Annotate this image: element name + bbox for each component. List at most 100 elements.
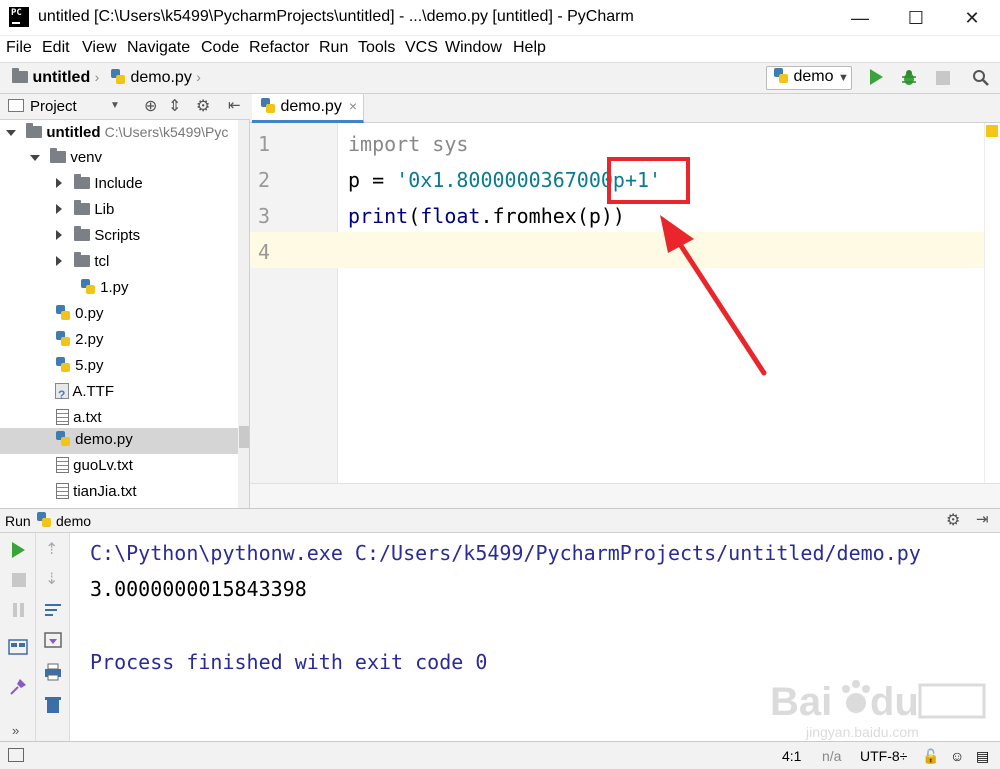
layout-icon xyxy=(8,639,28,655)
tree-item-label: 0.py xyxy=(75,305,104,322)
run-button[interactable] xyxy=(870,69,888,87)
tree-item-demopy[interactable]: demo.py xyxy=(0,428,238,454)
clear-output-button[interactable] xyxy=(43,695,61,713)
caret-position[interactable]: 4:1 xyxy=(782,748,801,764)
pin-tab-button[interactable] xyxy=(8,677,26,695)
restore-layout-button[interactable] xyxy=(8,639,28,657)
folder-icon xyxy=(12,68,28,83)
folder-icon xyxy=(74,226,91,241)
breadcrumb-project[interactable]: untitled › xyxy=(12,68,100,87)
expand-arrow-icon[interactable] xyxy=(30,155,40,161)
menu-run[interactable]: Run xyxy=(319,39,348,57)
scroll-to-end-button[interactable] xyxy=(43,631,62,649)
run-toolbar-primary: » xyxy=(0,533,36,741)
chevron-right-icon: › xyxy=(94,69,100,85)
pin-icon xyxy=(10,679,26,695)
run-panel-header: Run demo ⚙ ⇥ xyxy=(0,508,1000,533)
tree-item-guolvtxt[interactable]: guoLv.txt xyxy=(0,454,238,480)
more-tools-icon[interactable]: » xyxy=(12,723,19,738)
tree-item-0py[interactable]: 0.py xyxy=(0,302,238,328)
arrow-down-icon[interactable]: ⇣ xyxy=(45,569,58,589)
code-line-3[interactable]: print(float.fromhex(p)) xyxy=(348,204,625,228)
menu-code[interactable]: Code xyxy=(201,39,239,57)
close-window-button[interactable]: ✕ xyxy=(944,0,1000,36)
run-config-tab[interactable]: demo xyxy=(56,513,91,529)
tree-item-label: demo.py xyxy=(75,431,133,448)
tree-item-root[interactable]: untitled C:\Users\k5499\Pyc xyxy=(0,120,238,146)
inspector-icon[interactable]: ☺ xyxy=(950,748,964,764)
menu-refactor[interactable]: Refactor xyxy=(249,39,309,57)
lock-icon[interactable]: 🔓 xyxy=(922,748,939,765)
run-config-select[interactable]: demo ▼ xyxy=(766,66,852,90)
menu-help[interactable]: Help xyxy=(513,39,546,57)
gear-icon[interactable]: ⚙ xyxy=(946,510,960,530)
tree-item-tianjiatxt[interactable]: tianJia.txt xyxy=(0,480,238,506)
inspection-warning-icon[interactable] xyxy=(986,125,998,137)
minimize-button[interactable]: — xyxy=(832,0,888,36)
expand-arrow-icon[interactable] xyxy=(56,178,62,188)
event-log-icon[interactable]: ▤ xyxy=(976,748,989,765)
tree-item-include[interactable]: Include xyxy=(0,172,238,198)
folder-icon xyxy=(74,200,91,215)
project-panel-title[interactable]: Project xyxy=(30,98,77,115)
code-line-1[interactable]: import sys xyxy=(348,132,468,156)
wrap-icon xyxy=(45,604,61,616)
menu-edit[interactable]: Edit xyxy=(42,39,70,57)
tree-item-lib[interactable]: Lib xyxy=(0,198,238,224)
search-icon xyxy=(973,70,989,86)
breadcrumb-file[interactable]: demo.py › xyxy=(110,69,201,87)
project-view-icon xyxy=(8,99,24,116)
breadcrumb-file-label: demo.py xyxy=(130,69,192,86)
locate-target-icon[interactable]: ⊕ xyxy=(144,96,157,116)
maximize-button[interactable]: ☐ xyxy=(888,0,944,36)
toggle-tool-windows-icon[interactable] xyxy=(8,748,24,766)
tree-item-venv[interactable]: venv xyxy=(0,146,238,172)
menu-window[interactable]: Window xyxy=(445,39,502,57)
expand-arrow-icon[interactable] xyxy=(6,130,16,136)
line-separator[interactable]: n/a xyxy=(822,748,841,764)
tree-item-path: C:\Users\k5499\Pyc xyxy=(104,124,229,140)
stop-button[interactable] xyxy=(934,69,952,87)
soft-wrap-button[interactable] xyxy=(43,601,61,619)
tab-demo-py[interactable]: demo.py × xyxy=(252,94,364,123)
rerun-button[interactable] xyxy=(10,541,28,559)
tree-item-label: Scripts xyxy=(94,227,141,244)
tree-item-label: guoLv.txt xyxy=(73,457,133,474)
menu-navigate[interactable]: Navigate xyxy=(127,39,190,57)
tree-item-scripts[interactable]: Scripts xyxy=(0,224,238,250)
tree-item-tcl[interactable]: tcl xyxy=(0,250,238,276)
menu-tools[interactable]: Tools xyxy=(358,39,395,57)
stop-run-button[interactable] xyxy=(10,571,28,589)
collapse-all-icon[interactable]: ⇕ xyxy=(168,96,181,116)
tree-item-1py[interactable]: 1.py xyxy=(0,276,238,302)
project-tree-scrollbar[interactable] xyxy=(238,120,249,508)
unknown-file-icon xyxy=(55,383,69,407)
pycharm-logo-icon: PC xyxy=(9,7,29,27)
scrollbar-thumb[interactable] xyxy=(239,426,249,448)
tree-item-5py[interactable]: 5.py xyxy=(0,354,238,380)
tree-item-attf[interactable]: A.TTF xyxy=(0,380,238,407)
expand-arrow-icon[interactable] xyxy=(56,230,62,240)
pause-button[interactable] xyxy=(10,601,28,619)
arrow-up-icon[interactable]: ⇡ xyxy=(45,539,58,559)
search-everywhere-button[interactable] xyxy=(972,69,990,87)
run-toolbar-secondary: ⇡ ⇣ xyxy=(36,533,70,741)
expand-arrow-icon[interactable] xyxy=(56,204,62,214)
file-encoding[interactable]: UTF-8÷ xyxy=(860,748,907,764)
menu-vcs[interactable]: VCS xyxy=(405,39,438,57)
chevron-down-icon[interactable]: ▼ xyxy=(110,100,120,111)
expand-arrow-icon[interactable] xyxy=(56,256,62,266)
debug-button[interactable] xyxy=(900,69,918,87)
gear-icon[interactable]: ⚙ xyxy=(196,96,210,116)
hide-panel-icon[interactable]: ⇥ xyxy=(976,510,989,528)
close-tab-icon[interactable]: × xyxy=(349,98,357,114)
module-name: sys xyxy=(420,132,469,156)
stop-icon xyxy=(936,71,950,85)
tree-item-2py[interactable]: 2.py xyxy=(0,328,238,354)
menu-view[interactable]: View xyxy=(82,39,116,57)
hide-panel-icon[interactable]: ⇤ xyxy=(228,96,241,114)
run-panel-title: Run xyxy=(5,513,31,529)
menu-file[interactable]: File xyxy=(6,39,32,57)
print-button[interactable] xyxy=(43,663,61,681)
editor-scrollbar[interactable] xyxy=(984,123,1000,483)
